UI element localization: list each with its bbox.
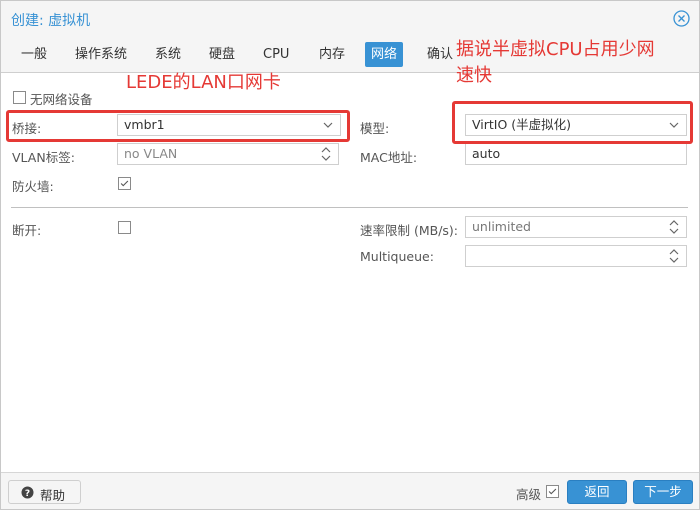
no-network-label: 无网络设备 (30, 92, 93, 107)
vlan-label: VLAN标签: (12, 150, 75, 165)
help-button[interactable]: ? 帮助 (8, 480, 81, 504)
svg-text:?: ? (25, 489, 30, 499)
annotation-model-box (452, 101, 693, 144)
annotation-model-note-line1: 据说半虚拟CPU占用少网 (456, 39, 655, 60)
mac-value: auto (472, 146, 501, 161)
firewall-label: 防火墙: (12, 179, 54, 194)
close-icon[interactable] (673, 10, 690, 27)
tab-system[interactable]: 系统 (149, 42, 187, 67)
disconnect-checkbox[interactable] (118, 221, 131, 234)
advanced-label: 高级 (516, 487, 542, 502)
tab-os[interactable]: 操作系统 (69, 42, 133, 67)
question-circle-icon: ? (21, 486, 34, 499)
dialog-title: 创建: 虚拟机 (11, 13, 91, 29)
spinner-arrows-icon[interactable] (320, 144, 332, 164)
tab-confirm[interactable]: 确认 (421, 42, 459, 67)
create-vm-dialog: 创建: 虚拟机 一般 操作系统 系统 硬盘 CPU 内存 网络 确认 无网络设备… (0, 0, 700, 510)
next-button[interactable]: 下一步 (633, 480, 693, 504)
help-label: 帮助 (40, 488, 66, 503)
section-divider (11, 207, 688, 208)
back-button[interactable]: 返回 (567, 480, 627, 504)
vlan-spinner[interactable]: no VLAN (117, 143, 339, 165)
tab-cpu[interactable]: CPU (257, 42, 295, 67)
tab-disk[interactable]: 硬盘 (203, 42, 241, 67)
annotation-bridge-note: LEDE的LAN口网卡 (126, 72, 281, 93)
disconnect-label: 断开: (12, 223, 42, 238)
spinner-arrows-icon[interactable] (668, 246, 680, 266)
multiqueue-spinner[interactable] (465, 245, 687, 267)
dialog-titlebar: 创建: 虚拟机 (1, 1, 699, 37)
annotation-bridge-box (6, 110, 350, 142)
spinner-arrows-icon[interactable] (668, 217, 680, 237)
mac-label: MAC地址: (360, 150, 418, 165)
advanced-checkbox[interactable] (546, 485, 559, 498)
rate-limit-label: 速率限制 (MB/s): (360, 223, 459, 238)
tab-memory[interactable]: 内存 (313, 42, 351, 67)
tab-network[interactable]: 网络 (365, 42, 404, 67)
mac-input[interactable]: auto (465, 143, 687, 165)
rate-limit-spinner[interactable]: unlimited (465, 216, 687, 238)
no-network-checkbox[interactable] (13, 91, 26, 104)
vlan-value: no VLAN (124, 146, 178, 161)
multiqueue-label: Multiqueue: (360, 249, 434, 264)
model-label: 模型: (360, 121, 390, 136)
dialog-footer: ? 帮助 高级 返回 下一步 (1, 472, 699, 509)
rate-limit-value: unlimited (472, 219, 531, 234)
firewall-checkbox[interactable] (118, 177, 131, 190)
tab-general[interactable]: 一般 (15, 42, 53, 67)
annotation-model-note-line2: 速快 (456, 65, 492, 86)
